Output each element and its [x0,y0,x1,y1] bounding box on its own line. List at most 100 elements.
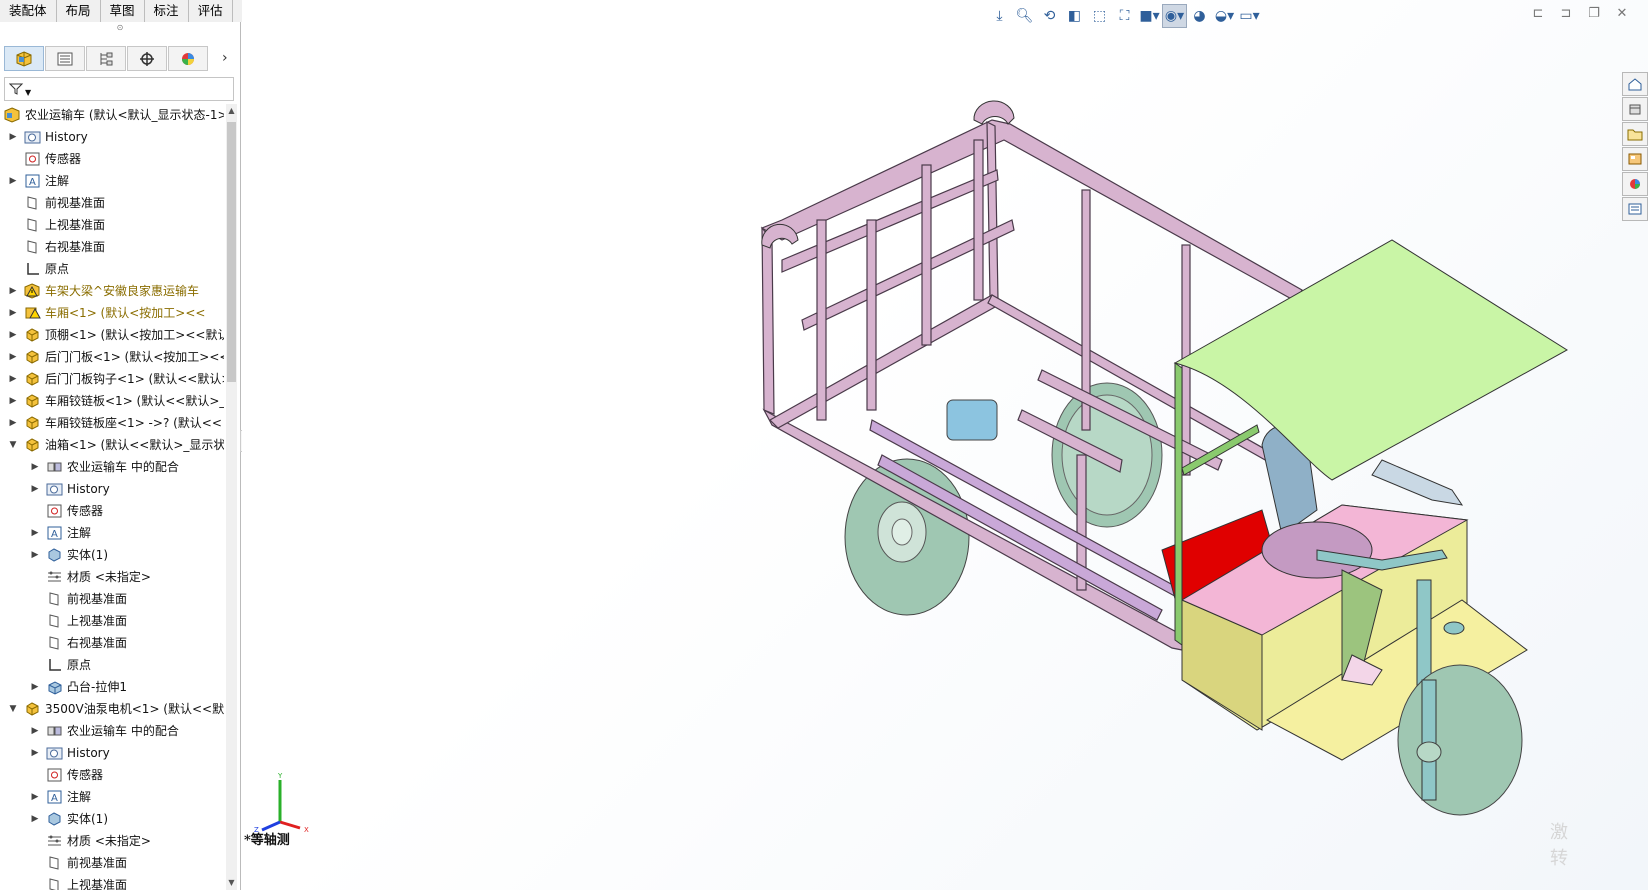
restore-left-icon[interactable]: ⊏ [1524,6,1552,24]
tree-expander-icon[interactable]: ▶ [8,390,18,412]
apply-scene-icon[interactable]: ◒▾ [1212,4,1237,28]
tree-item[interactable]: ▶ 车架大梁^安徽良家惠运输车 [0,280,224,302]
maximize-icon[interactable]: ❐ [1580,6,1608,24]
configuration-manager-tab[interactable] [86,46,126,71]
tree-item[interactable]: 传感器 [0,500,224,522]
plane-icon [46,591,63,607]
three-wheeler-model[interactable] [742,80,1642,860]
tree-item[interactable]: ▶ 后门门板钩子<1> (默认<<默认> [0,368,224,390]
tree-item[interactable]: ▶ 农业运输车 中的配合 [0,456,224,478]
tree-item[interactable]: 原点 [0,258,224,280]
tree-item[interactable]: 前视基准面 [0,852,224,874]
tree-item[interactable]: 上视基准面 [0,214,224,236]
tree-item[interactable]: ▶ A 注解 [0,522,224,544]
tab-3[interactable]: 标注 [144,0,189,22]
display-manager-tab[interactable] [168,46,208,71]
tree-item[interactable]: ▶ A 注解 [0,170,224,192]
tree-item[interactable]: ▼ 油箱<1> (默认<<默认>_显示状 [0,434,224,456]
view-settings-icon[interactable]: ▭▾ [1237,4,1262,28]
tree-expander-icon[interactable]: ▶ [30,786,40,808]
dynamic-annotation-icon[interactable]: ⬚ [1087,4,1112,28]
zoom-to-area-icon[interactable]: 🔍︎ [1012,4,1037,28]
tree-item[interactable]: ▶ 实体(1) [0,808,224,830]
tree-item[interactable]: 上视基准面 [0,874,224,890]
tree-item[interactable]: 农业运输车 (默认<默认_显示状态-1>) [0,104,224,126]
tree-expander-icon[interactable]: ▼ [8,434,18,456]
previous-view-icon[interactable]: ⟲ [1037,4,1062,28]
tree-expander-icon[interactable]: ▼ [8,698,18,720]
tree-expander-icon[interactable]: ▶ [8,126,18,148]
close-icon[interactable]: ✕ [1608,6,1636,24]
tree-item[interactable]: ▶ 车厢铰链板座<1> ->? (默认<< [0,412,224,434]
tab-2[interactable]: 草图 [100,0,145,22]
zoom-to-fit-icon[interactable]: ⤓ [987,4,1012,28]
panel-grip[interactable]: ⊙ [0,22,240,34]
edit-appearance-icon[interactable]: ◕ [1187,4,1212,28]
feature-manager-panel: ⊙ › ▼ 农业运输车 (默认<默认_显示状态-1>) ▶ History 传感器 ▶ A… [0,22,241,890]
hide-show-items-icon[interactable]: ◉▾ [1162,4,1187,28]
chevron-right-icon[interactable]: › [222,50,228,66]
tree-item[interactable]: ▶ A 注解 [0,786,224,808]
tree-item[interactable]: ▶ 车厢铰链板<1> (默认<<默认>_ [0,390,224,412]
tree-expander-icon[interactable]: ▶ [30,522,40,544]
display-style-icon[interactable]: ■▾ [1137,4,1162,28]
tab-1[interactable]: 布局 [56,0,101,22]
tree-expander-icon[interactable]: ▶ [30,478,40,500]
plane-icon [46,855,63,871]
tree-expander-icon[interactable]: ▶ [30,720,40,742]
tree-expander-icon[interactable]: ▶ [30,742,40,764]
tree-item[interactable]: 材质 <未指定> [0,566,224,588]
tree-expander-icon[interactable]: ▶ [8,280,18,302]
origin-icon [46,657,63,673]
scroll-thumb[interactable] [227,122,236,382]
tree-item[interactable]: ▶ 后门门板<1> (默认<按加工><< [0,346,224,368]
tree-expander-icon[interactable]: ▶ [30,808,40,830]
tab-0[interactable]: 装配体 [0,0,57,22]
tree-item[interactable]: ▶ 顶棚<1> (默认<按加工><<默认 [0,324,224,346]
tree-item[interactable]: ▶ 凸台-拉伸1 [0,676,224,698]
tree-item[interactable]: 原点 [0,654,224,676]
tree-item[interactable]: ▶ 车厢<1> (默认<按加工><< [0,302,224,324]
tree-item[interactable]: 上视基准面 [0,610,224,632]
tree-item[interactable]: ▶ History [0,126,224,148]
tree-filter-input[interactable]: ▼ [4,77,234,101]
tree-scrollbar[interactable]: ▲ ▼ [226,104,237,890]
filter-dropdown-icon[interactable]: ▼ [25,88,31,97]
plane-icon [24,239,41,255]
tree-expander-icon[interactable]: ▶ [30,676,40,698]
tree-expander-icon[interactable]: ▶ [8,346,18,368]
section-view-icon[interactable]: ◧ [1062,4,1087,28]
tree-item[interactable]: ▶ 实体(1) [0,544,224,566]
watermark-line2: 转 [1550,848,1568,869]
tree-item[interactable]: ▶ History [0,478,224,500]
tree-expander-icon[interactable]: ▶ [30,456,40,478]
property-manager-tab[interactable] [45,46,85,71]
tree-item[interactable]: ▶ 农业运输车 中的配合 [0,720,224,742]
history-folder-icon [46,745,63,761]
tree-item[interactable]: 材质 <未指定> [0,830,224,852]
tree-item[interactable]: 传感器 [0,764,224,786]
tree-expander-icon[interactable]: ▶ [8,368,18,390]
tree-item[interactable]: ▶ History [0,742,224,764]
scroll-down-icon[interactable]: ▼ [226,876,237,890]
tree-item[interactable]: 前视基准面 [0,192,224,214]
tree-expander-icon[interactable]: ▶ [8,324,18,346]
tree-expander-icon[interactable]: ▶ [30,544,40,566]
tree-expander-icon[interactable]: ▶ [8,302,18,324]
dimxpert-manager-tab[interactable] [127,46,167,71]
tree-item[interactable]: ▼ 3500V油泵电机<1> (默认<<默认 [0,698,224,720]
tree-item[interactable]: 传感器 [0,148,224,170]
tree-item[interactable]: 右视基准面 [0,236,224,258]
tree-item[interactable]: 前视基准面 [0,588,224,610]
feature-manager-tab[interactable] [4,46,44,71]
tree-item-label: 上视基准面 [67,614,128,628]
tab-4[interactable]: 评估 [188,0,233,22]
graphics-area[interactable]: ⤓ 🔍︎ ⟲ ◧ ⬚ ⛶ ■▾ ◉▾ ◕ ◒▾ ▭▾ ⊏ ⊐ ❐ ✕ Y X Z… [242,0,1648,890]
tree-expander-icon[interactable]: ▶ [8,412,18,434]
restore-right-icon[interactable]: ⊐ [1552,6,1580,24]
tree-item[interactable]: 右视基准面 [0,632,224,654]
scroll-up-icon[interactable]: ▲ [226,104,237,118]
tree-expander-icon[interactable]: ▶ [8,170,18,192]
view-orientation-icon[interactable]: ⛶ [1112,4,1137,28]
tree-item-label: 传感器 [67,504,104,518]
